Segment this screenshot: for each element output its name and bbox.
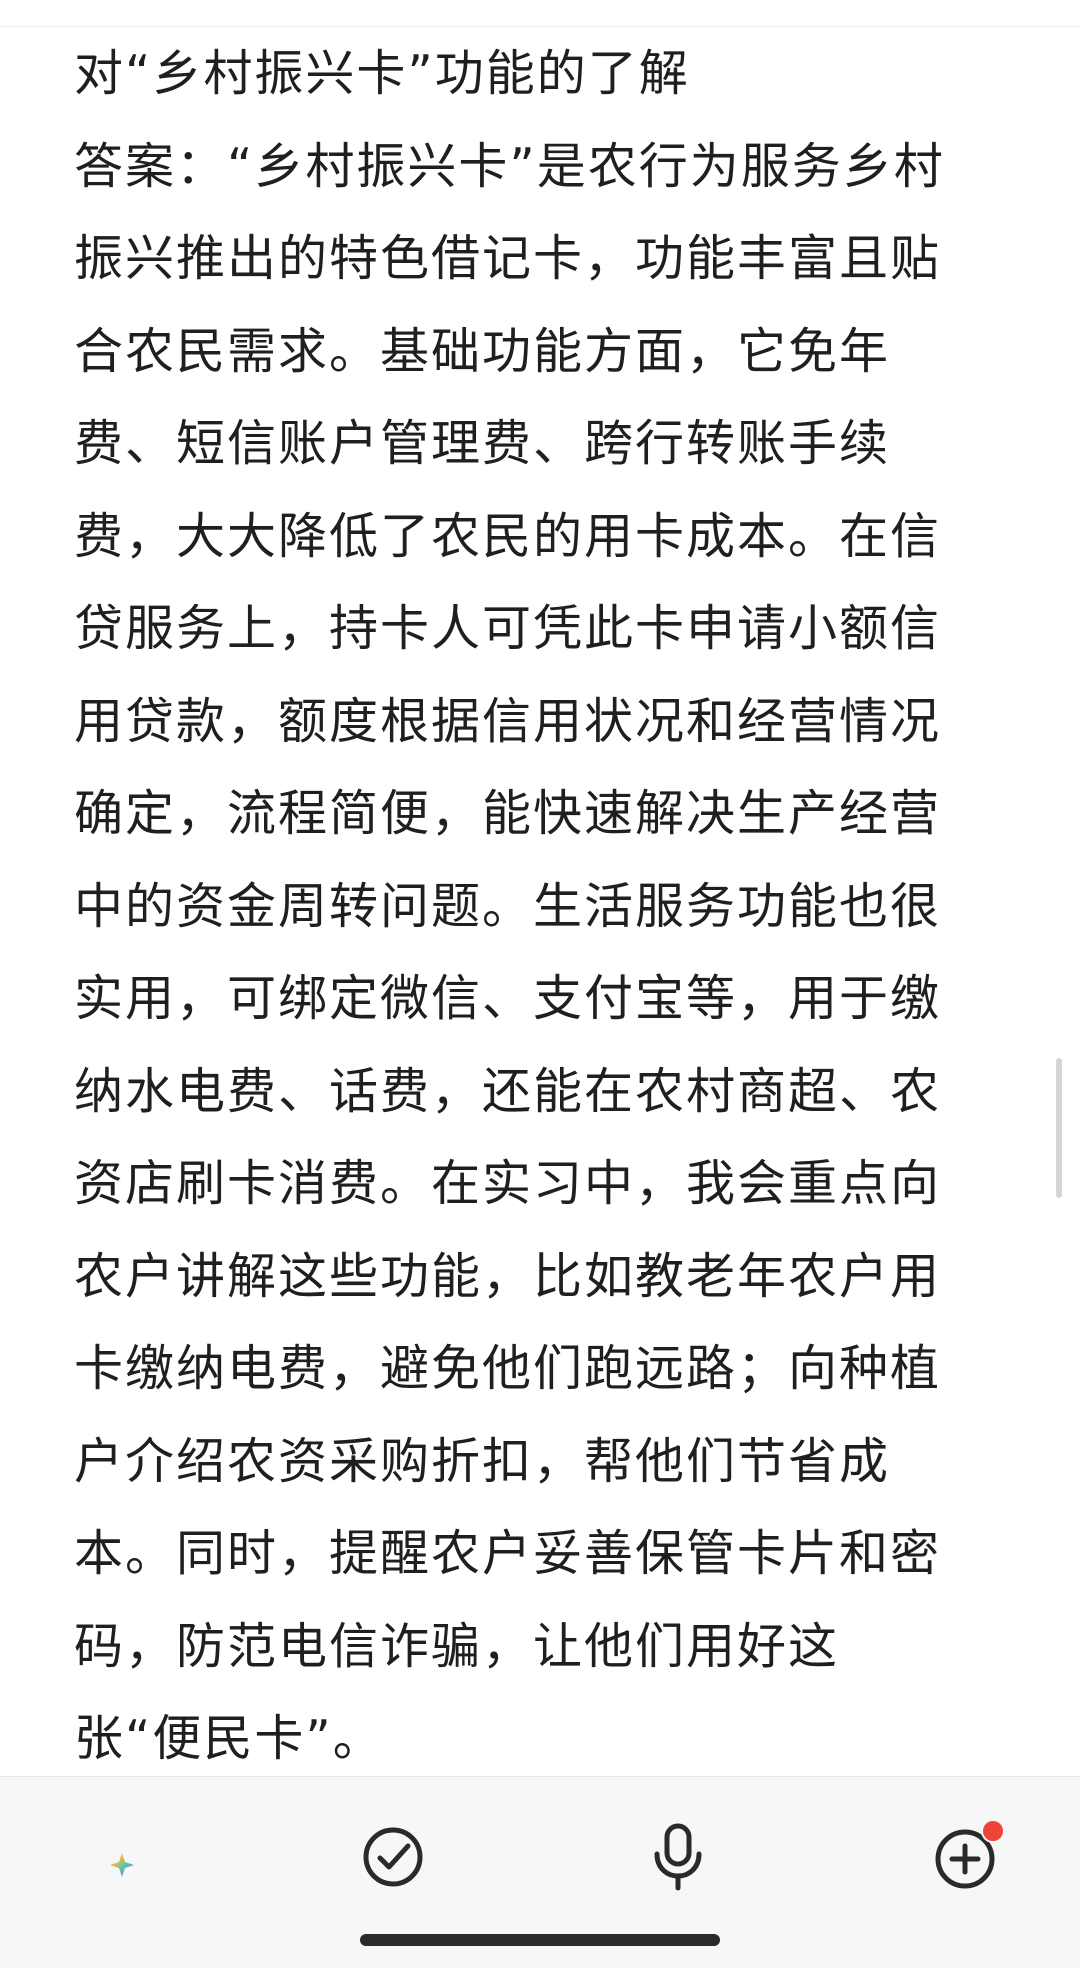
checklist-button[interactable] [353,1817,433,1897]
notification-badge [981,1819,1005,1843]
voice-input-button[interactable] [638,1817,718,1897]
note-line: 贷服务上，持卡人可凭此卡申请小额信 [74,600,942,657]
format-icon [81,1834,134,1877]
note-line: 农户讲解这些功能，比如教老年农户用 [74,1247,942,1305]
top-divider [0,26,1080,27]
note-line: 确定，流程简便，能快速解决生产经营 [74,785,942,842]
microphone-icon [654,1823,702,1891]
add-button[interactable] [925,1817,1005,1897]
note-line: 张“便民卡”。 [74,1710,384,1767]
note-line: 合农民需求。基础功能方面，它免年 [74,322,891,380]
note-line-title: 对“乡村振兴卡”功能的了解 [74,45,690,102]
home-indicator[interactable] [360,1934,720,1946]
note-line: 用贷款，额度根据信用状况和经营情况 [74,692,942,750]
checklist-icon [363,1827,423,1887]
note-line: 振兴推出的特色借记卡，功能丰富且贴 [74,230,942,287]
note-screen: 对“乡村振兴卡”功能的了解 答案：“乡村振兴卡”是农行为服务乡村 振兴推出的特色… [0,0,1080,1968]
scrollbar-thumb[interactable] [1056,1058,1062,1198]
note-line: 资店刷卡消费。在实习中，我会重点向 [74,1155,942,1212]
note-line: 中的资金周转问题。生活服务功能也很 [74,877,942,935]
note-line: 本。同时，提醒农户妥善保管卡片和密 [74,1525,942,1582]
note-body-text[interactable]: 对“乡村振兴卡”功能的了解 答案：“乡村振兴卡”是农行为服务乡村 振兴推出的特色… [74,28,1014,1776]
note-line: 费，大大降低了农民的用卡成本。在信 [74,507,942,565]
note-line: 纳水电费、话费，还能在农村商超、农 [74,1062,942,1120]
note-line: 实用，可绑定微信、支付宝等，用于缴 [74,970,942,1027]
note-line: 户介绍农资采购折扣，帮他们节省成 [74,1432,891,1490]
note-line: 卡缴纳电费，避免他们跑远路；向种植 [74,1340,942,1397]
format-button[interactable] [68,1817,148,1897]
note-line: 费、短信账户管理费、跨行转账手续 [74,415,891,472]
note-line: 码，防范电信诈骗，让他们用好这 [74,1617,840,1675]
note-line: 答案：“乡村振兴卡”是农行为服务乡村 [74,137,945,195]
